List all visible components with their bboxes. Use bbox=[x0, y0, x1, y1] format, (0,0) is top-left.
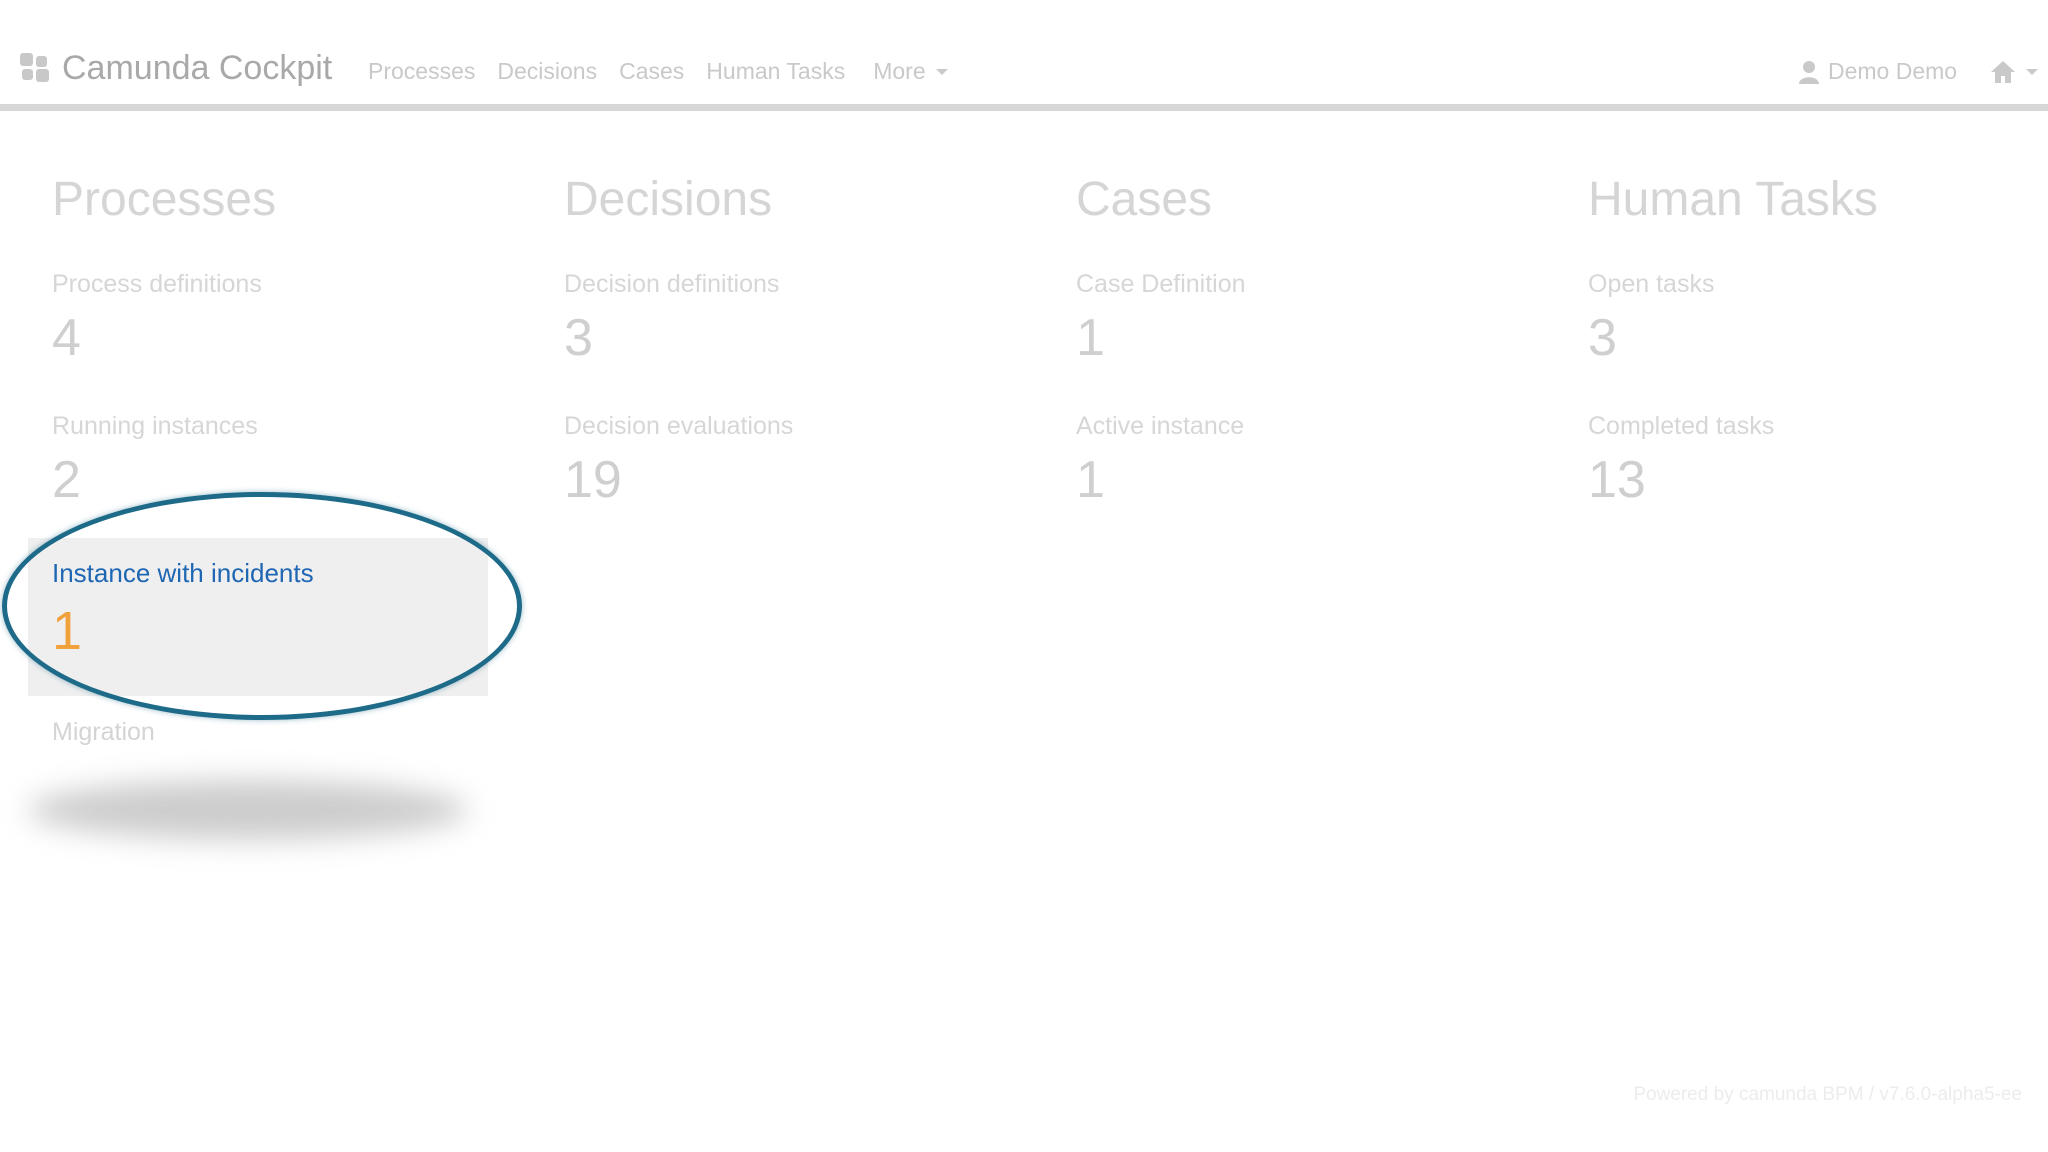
header-divider bbox=[0, 104, 2048, 111]
nav-more-label: More bbox=[873, 58, 926, 84]
footer-version: Powered by camunda BPM / v7.6.0-alpha5-e… bbox=[1633, 1084, 2022, 1105]
nav-human-tasks[interactable]: Human Tasks bbox=[706, 58, 845, 85]
user-menu[interactable]: Demo Demo bbox=[1798, 58, 1957, 85]
human-tasks-card: Human Tasks Open tasks 3 Completed tasks… bbox=[1564, 140, 2024, 564]
open-tasks-label[interactable]: Open tasks bbox=[1588, 270, 1714, 299]
decision-evaluations-count[interactable]: 19 bbox=[564, 450, 622, 510]
decision-evaluations-label[interactable]: Decision evaluations bbox=[564, 412, 793, 441]
active-instance-label[interactable]: Active instance bbox=[1076, 412, 1244, 441]
case-definition-label[interactable]: Case Definition bbox=[1076, 270, 1246, 299]
decision-definitions-label[interactable]: Decision definitions bbox=[564, 270, 779, 299]
human-tasks-card-title[interactable]: Human Tasks bbox=[1588, 172, 1878, 227]
chevron-down-icon bbox=[935, 68, 948, 75]
completed-tasks-label[interactable]: Completed tasks bbox=[1588, 412, 1774, 441]
cockpit-dashboard: Camunda Cockpit Processes Decisions Case… bbox=[0, 0, 2048, 1152]
cases-card: Cases Case Definition 1 Active instance … bbox=[1052, 140, 1512, 564]
card-drop-shadow bbox=[28, 780, 468, 840]
process-definitions-count[interactable]: 4 bbox=[52, 308, 81, 368]
home-menu[interactable] bbox=[1990, 60, 2038, 84]
decisions-card: Decisions Decision definitions 3 Decisio… bbox=[540, 140, 1000, 564]
chevron-down-icon bbox=[2026, 69, 2038, 75]
open-tasks-count[interactable]: 3 bbox=[1588, 308, 1617, 368]
nav-more-dropdown[interactable]: More bbox=[873, 58, 948, 85]
completed-tasks-count[interactable]: 13 bbox=[1588, 450, 1646, 510]
dashboard-cards: Processes Process definitions 4 Running … bbox=[28, 140, 2024, 780]
brand-title: Camunda Cockpit bbox=[62, 48, 333, 87]
nav-cases[interactable]: Cases bbox=[619, 58, 684, 85]
decisions-card-title[interactable]: Decisions bbox=[564, 172, 772, 227]
process-definitions-label[interactable]: Process definitions bbox=[52, 270, 262, 299]
decision-definitions-count[interactable]: 3 bbox=[564, 308, 593, 368]
main-nav: Processes Decisions Cases Human Tasks Mo… bbox=[368, 58, 948, 85]
case-definition-count[interactable]: 1 bbox=[1076, 308, 1105, 368]
instance-with-incidents-link[interactable]: Instance with incidents bbox=[52, 558, 314, 589]
processes-card: Processes Process definitions 4 Running … bbox=[28, 140, 488, 780]
processes-card-title[interactable]: Processes bbox=[52, 172, 276, 227]
cases-card-title[interactable]: Cases bbox=[1076, 172, 1212, 227]
top-navbar: Camunda Cockpit Processes Decisions Case… bbox=[0, 0, 2048, 106]
camunda-logo-icon bbox=[20, 53, 50, 83]
brand[interactable]: Camunda Cockpit bbox=[20, 46, 332, 90]
nav-decisions[interactable]: Decisions bbox=[497, 58, 597, 85]
running-instances-label[interactable]: Running instances bbox=[52, 412, 258, 441]
active-instance-count[interactable]: 1 bbox=[1076, 450, 1105, 510]
user-name: Demo Demo bbox=[1828, 58, 1958, 84]
running-instances-count[interactable]: 2 bbox=[52, 450, 81, 510]
nav-processes[interactable]: Processes bbox=[368, 58, 475, 85]
migration-link[interactable]: Migration bbox=[52, 718, 155, 747]
home-icon bbox=[1991, 61, 2015, 83]
incidents-count[interactable]: 1 bbox=[52, 600, 82, 662]
user-icon bbox=[1799, 60, 1819, 84]
